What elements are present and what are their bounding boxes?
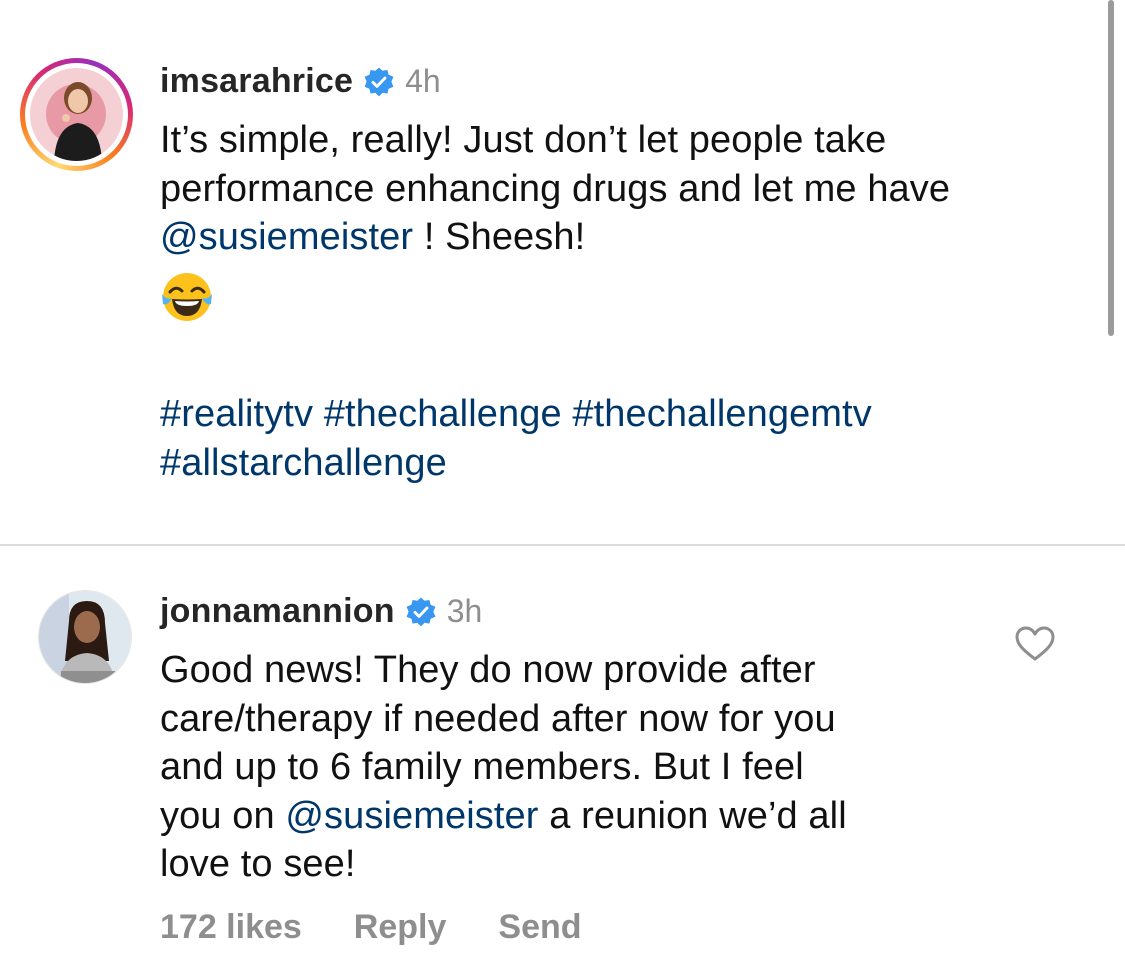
hashtag-link[interactable]: #thechallenge xyxy=(324,393,562,435)
hashtag-link[interactable]: #allstarchallenge xyxy=(160,442,447,484)
comment-actions: 172 likes Reply Send xyxy=(160,908,582,947)
likes-count[interactable]: 172 likes xyxy=(160,908,302,947)
timestamp: 3h xyxy=(446,593,483,629)
face-with-tears-of-joy-icon xyxy=(162,273,212,321)
hashtag-link[interactable]: #thechallengemtv xyxy=(572,393,871,435)
comment-text: It’s simple, really! Just don’t let peop… xyxy=(160,116,950,262)
comment-text-fragment: you on xyxy=(160,794,286,837)
username[interactable]: imsarahrice xyxy=(160,62,353,101)
verified-badge-icon xyxy=(406,597,436,626)
comment-line: @susiemeister ! Sheesh! xyxy=(160,213,950,262)
scrollbar[interactable] xyxy=(1108,0,1114,336)
comment-line: performance enhancing drugs and let me h… xyxy=(160,167,951,210)
comment-line: love to see! xyxy=(160,843,356,885)
comment-text-fragment: ! Sheesh! xyxy=(413,216,586,258)
hashtags: #realitytv #thechallenge #thechallengemt… xyxy=(160,390,872,487)
comment-text-fragment: a reunion we’d all xyxy=(538,794,847,837)
comment-line: It’s simple, really! Just don’t let peop… xyxy=(160,119,887,161)
verified-badge-icon xyxy=(364,67,394,96)
comment-header: jonnamannion 3h xyxy=(160,592,482,631)
reply-button[interactable]: Reply xyxy=(354,908,447,947)
timestamp: 4h xyxy=(405,63,441,99)
comment-line: Good news! They do now provide after xyxy=(160,649,816,691)
comments-page: imsarahrice 4h It’s simple, really! Just… xyxy=(0,0,1125,976)
avatar-photo xyxy=(39,591,131,683)
hashtag-link[interactable]: #realitytv xyxy=(160,393,313,435)
heart-icon[interactable] xyxy=(1015,626,1055,662)
comment-line: care/therapy if needed after now for you xyxy=(160,697,836,740)
username[interactable]: jonnamannion xyxy=(160,592,395,631)
mention-link[interactable]: @susiemeister xyxy=(160,216,413,258)
avatar[interactable] xyxy=(38,590,132,684)
comment-line: you on @susiemeister a reunion we’d all xyxy=(160,792,847,841)
mention-link[interactable]: @susiemeister xyxy=(285,795,538,837)
avatar xyxy=(30,68,123,161)
comment-line: and up to 6 family members. But I feel xyxy=(160,746,804,788)
avatar-story-ring[interactable] xyxy=(20,58,133,171)
comment-header: imsarahrice 4h xyxy=(160,62,441,101)
divider xyxy=(0,544,1125,546)
avatar-photo xyxy=(30,68,123,161)
comment-text: Good news! They do now provide after car… xyxy=(160,646,847,889)
send-button[interactable]: Send xyxy=(498,908,581,947)
